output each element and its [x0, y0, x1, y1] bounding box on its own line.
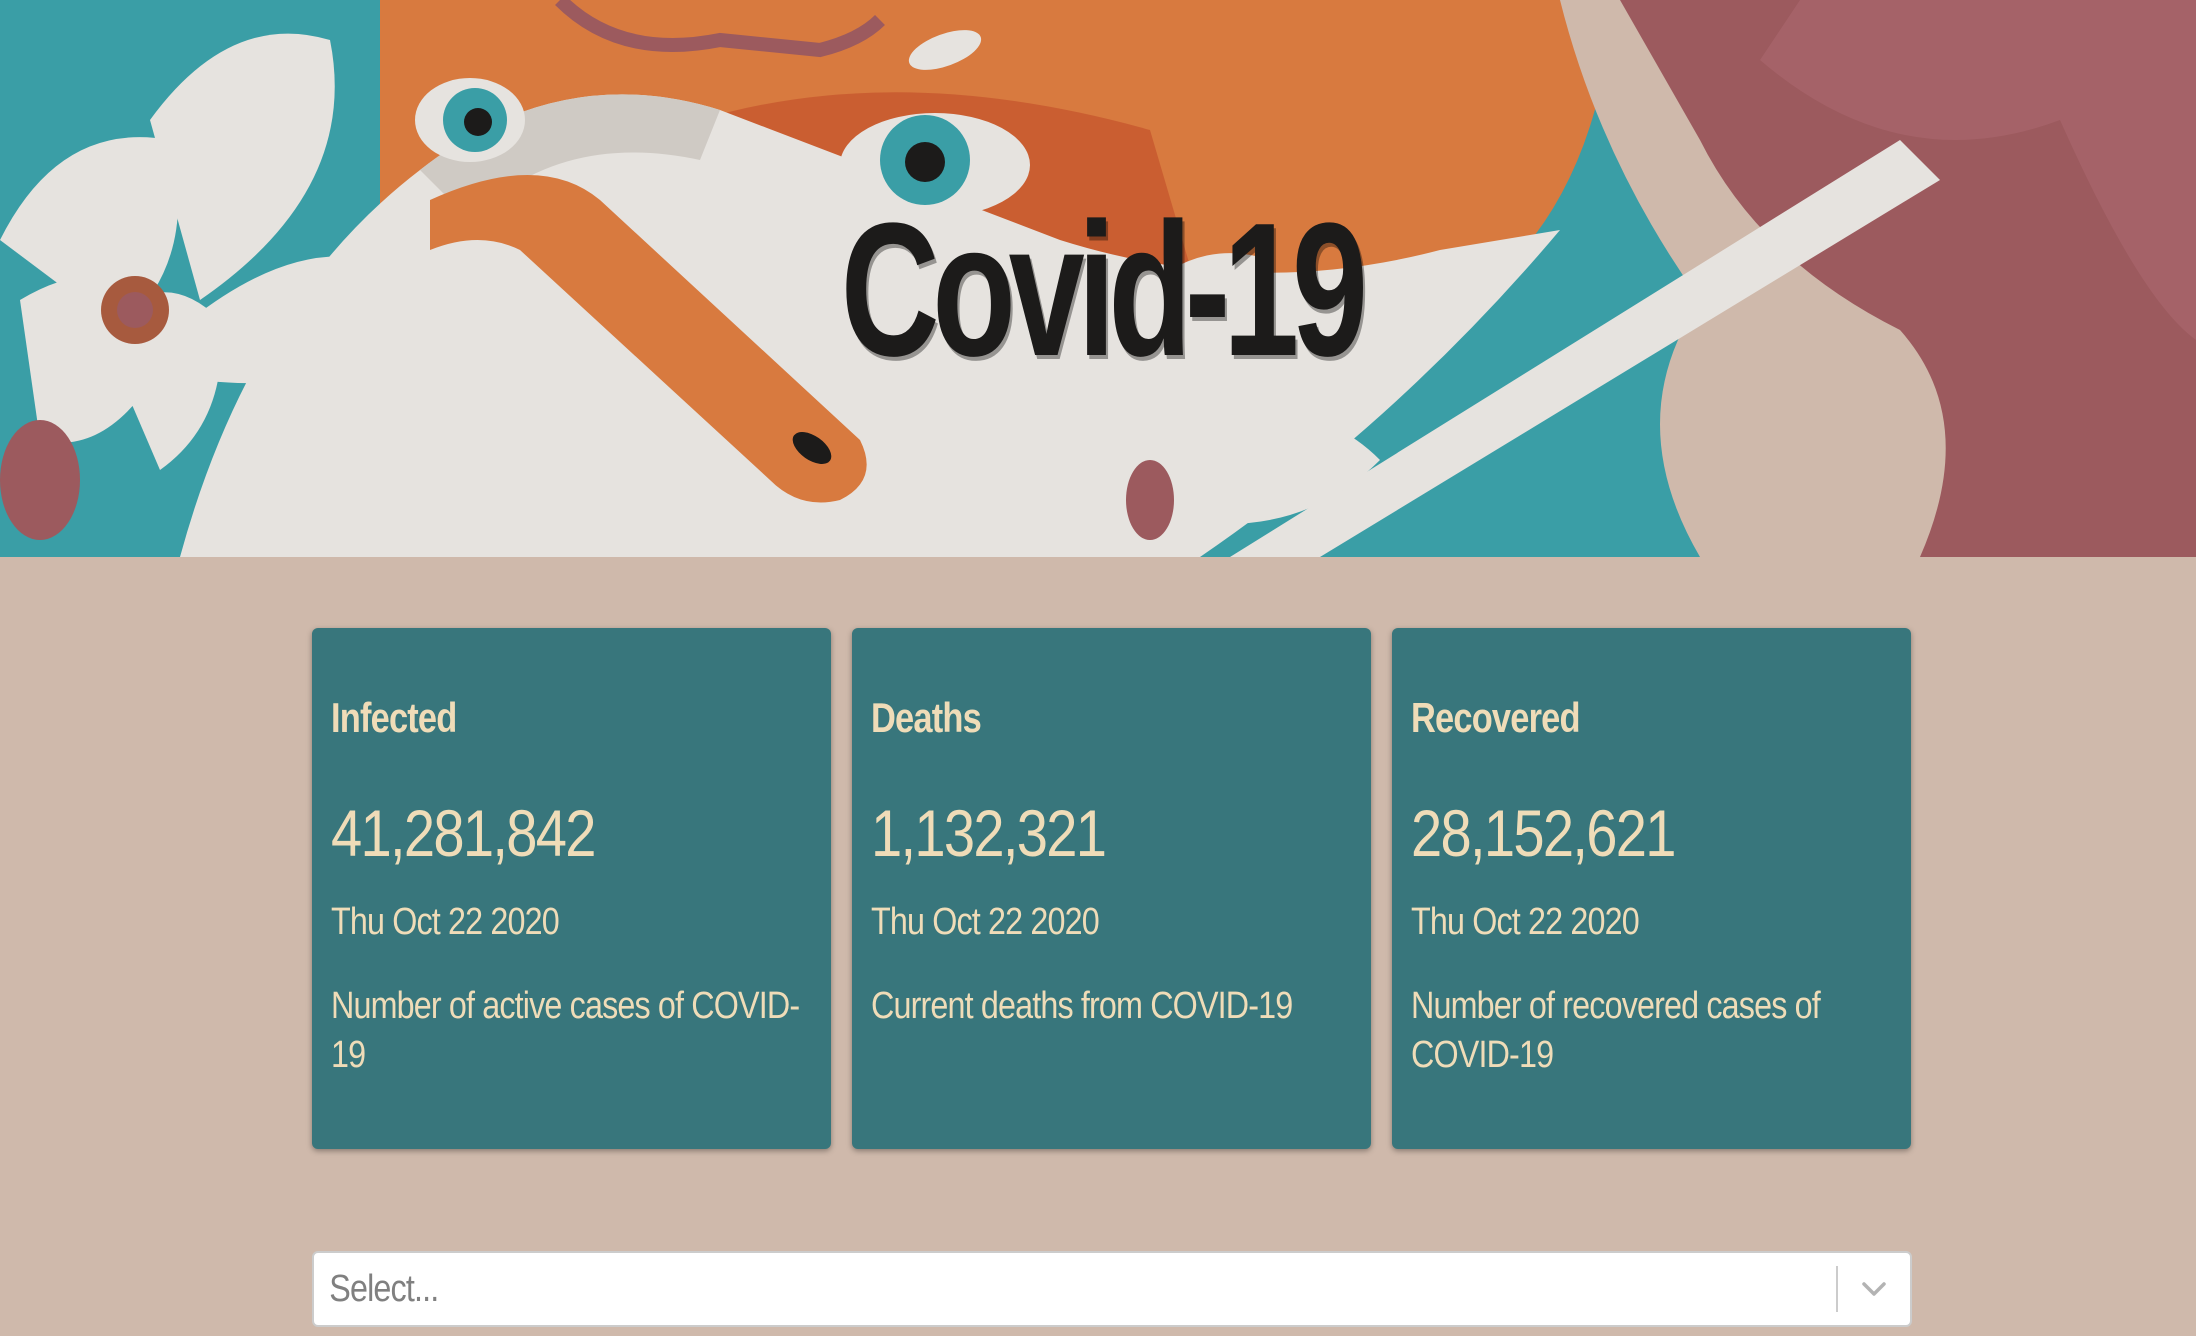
- deaths-card: Deaths 1,132,321 Thu Oct 22 2020 Current…: [852, 628, 1371, 1149]
- infected-card: Infected 41,281,842 Thu Oct 22 2020 Numb…: [312, 628, 831, 1149]
- select-placeholder[interactable]: Select...: [314, 1268, 1608, 1311]
- card-title: Deaths: [871, 694, 982, 741]
- hero-banner: Covid-19: [0, 0, 2196, 557]
- page-title: Covid-19: [840, 184, 1368, 396]
- country-select[interactable]: Select...: [312, 1251, 1912, 1327]
- card-value: 41,281,842: [331, 796, 596, 870]
- card-description: Number of active cases of COVID-19: [331, 985, 800, 1076]
- card-date: Thu Oct 22 2020: [1411, 901, 1640, 943]
- card-value: 1,132,321: [871, 796, 1107, 870]
- card-title: Infected: [331, 694, 457, 741]
- card-description: Number of recovered cases of COVID-19: [1411, 985, 1821, 1076]
- card-date: Thu Oct 22 2020: [331, 901, 560, 943]
- recovered-card: Recovered 28,152,621 Thu Oct 22 2020 Num…: [1392, 628, 1911, 1149]
- stat-cards: Infected 41,281,842 Thu Oct 22 2020 Numb…: [312, 628, 1912, 1149]
- card-description: Current deaths from COVID-19: [871, 985, 1293, 1027]
- chevron-down-icon[interactable]: [1838, 1253, 1910, 1325]
- card-value: 28,152,621: [1411, 796, 1676, 870]
- card-date: Thu Oct 22 2020: [871, 901, 1100, 943]
- card-title: Recovered: [1411, 694, 1581, 741]
